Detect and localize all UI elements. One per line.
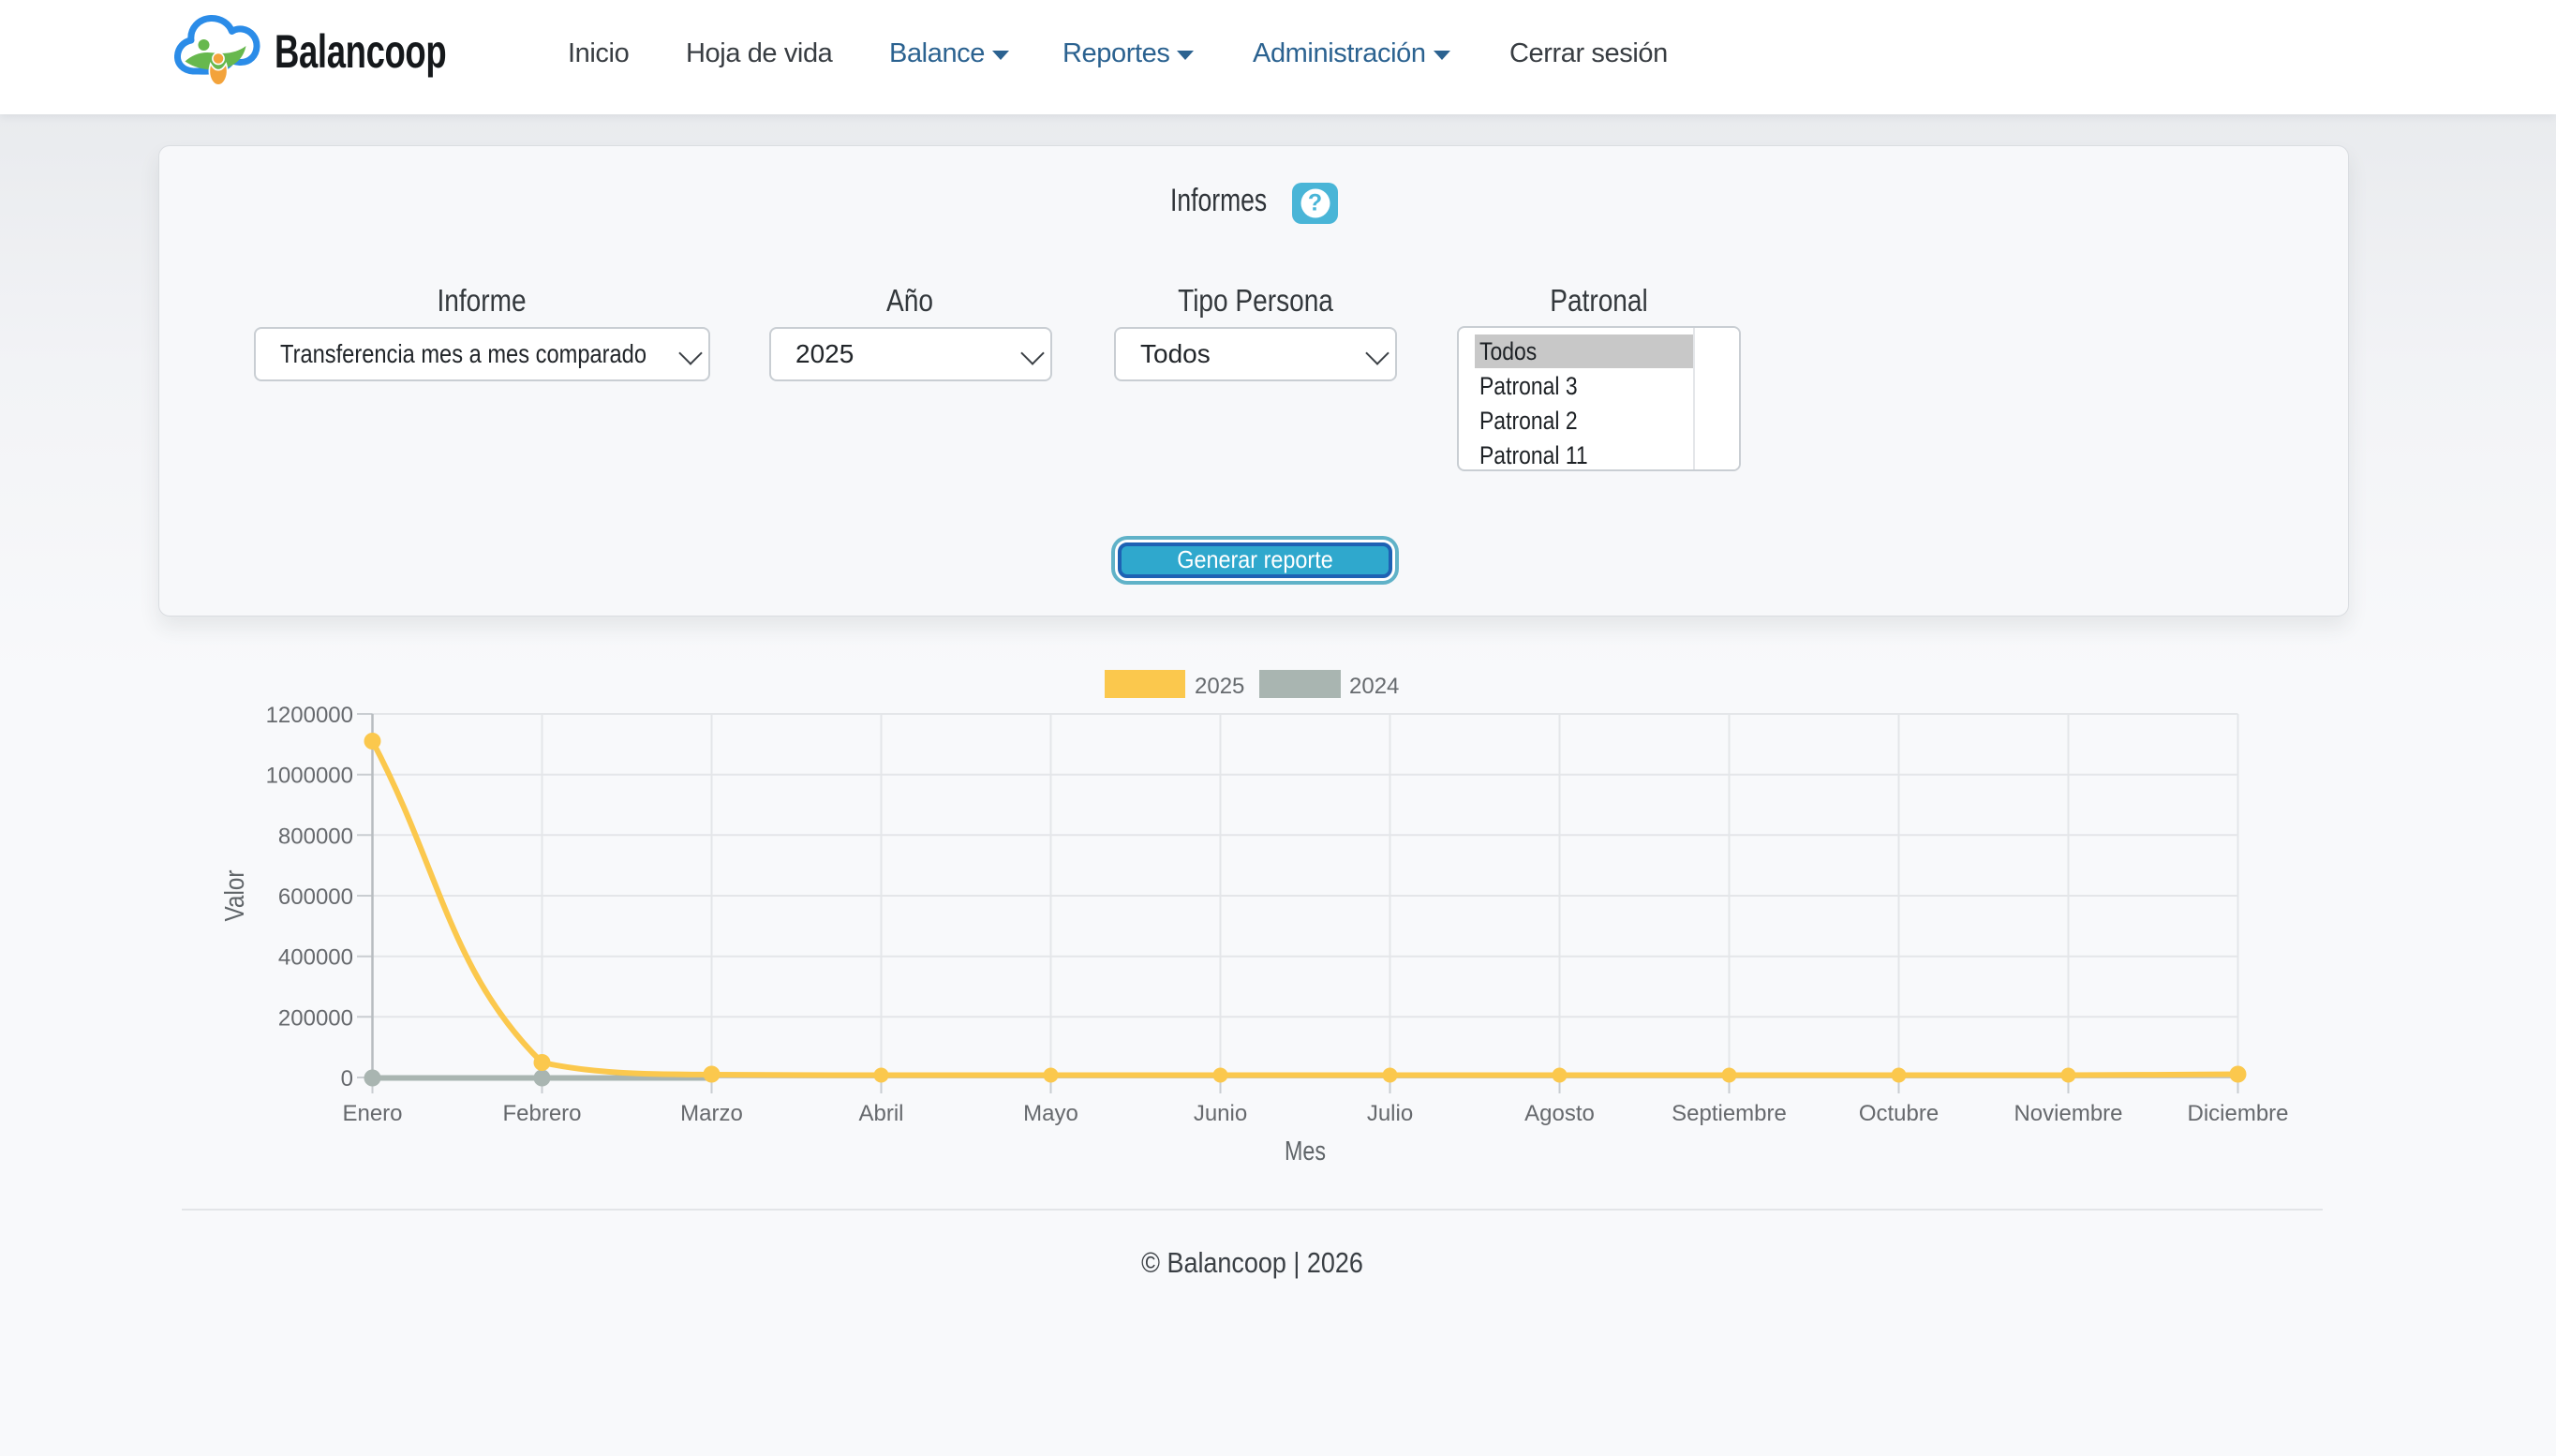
svg-text:Julio: Julio xyxy=(1367,1101,1413,1126)
svg-text:Noviembre: Noviembre xyxy=(2014,1101,2122,1126)
svg-text:Mes: Mes xyxy=(1285,1137,1326,1166)
svg-text:800000: 800000 xyxy=(278,824,353,849)
svg-text:Octubre: Octubre xyxy=(1859,1101,1939,1126)
svg-text:Marzo: Marzo xyxy=(680,1101,743,1126)
svg-text:2024: 2024 xyxy=(1349,674,1399,699)
svg-text:Abril: Abril xyxy=(858,1101,903,1126)
svg-text:Septiembre: Septiembre xyxy=(1672,1101,1787,1126)
svg-text:400000: 400000 xyxy=(278,945,353,971)
svg-text:1200000: 1200000 xyxy=(266,703,353,728)
svg-text:600000: 600000 xyxy=(278,884,353,910)
svg-text:Mayo: Mayo xyxy=(1023,1101,1078,1126)
svg-text:2025: 2025 xyxy=(1195,674,1244,699)
svg-text:Febrero: Febrero xyxy=(502,1101,581,1126)
svg-text:Junio: Junio xyxy=(1194,1101,1247,1126)
svg-text:Agosto: Agosto xyxy=(1524,1101,1595,1126)
svg-text:Diciembre: Diciembre xyxy=(2187,1101,2288,1126)
svg-text:Enero: Enero xyxy=(342,1101,402,1126)
svg-text:1000000: 1000000 xyxy=(266,764,353,789)
svg-text:0: 0 xyxy=(341,1066,353,1092)
svg-text:200000: 200000 xyxy=(278,1005,353,1031)
svg-text:Valor: Valor xyxy=(220,869,250,921)
